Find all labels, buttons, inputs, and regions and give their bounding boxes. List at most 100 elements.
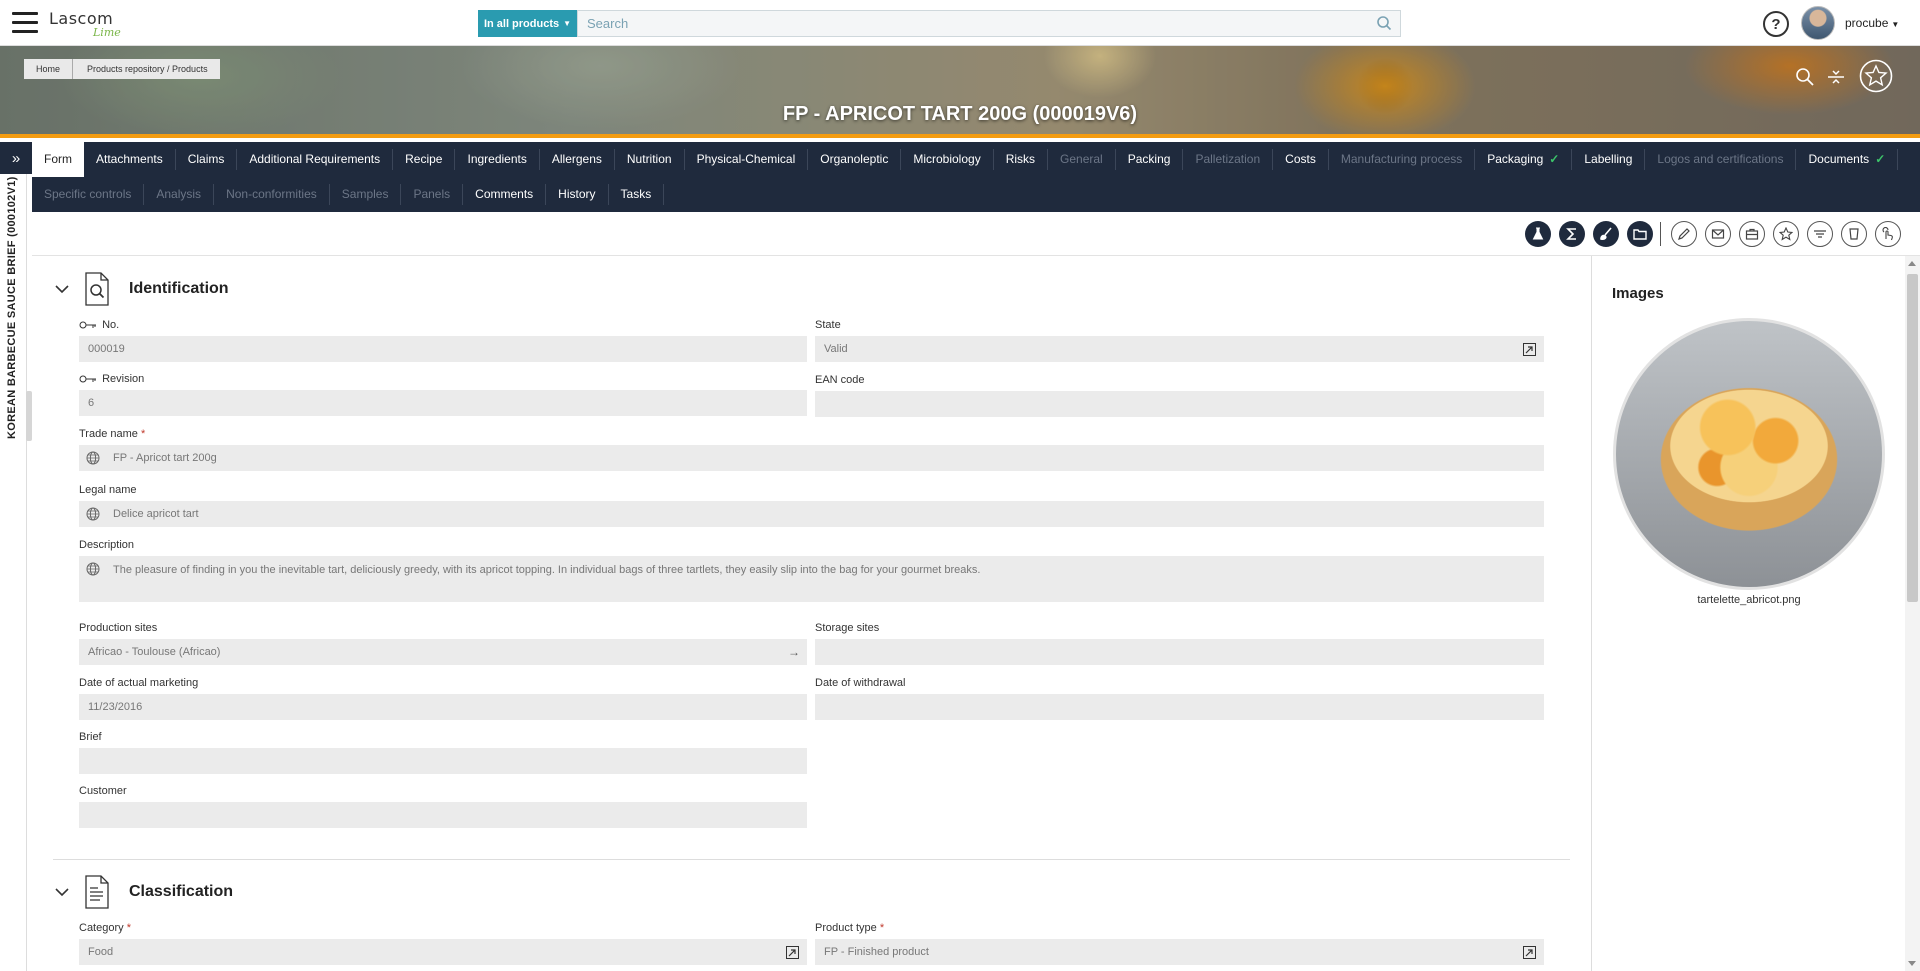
tab-panels[interactable]: Panels — [401, 184, 464, 205]
scroll-up-arrow-icon[interactable] — [1908, 261, 1916, 266]
globe-icon[interactable] — [86, 562, 100, 576]
envelope-icon[interactable] — [1705, 221, 1731, 247]
tab-claims[interactable]: Claims — [176, 149, 238, 170]
search-scope-dropdown[interactable]: In all products ▼ — [478, 10, 577, 37]
tab-samples[interactable]: Samples — [330, 184, 402, 205]
tab-label: Comments — [475, 187, 534, 201]
chevron-down-icon[interactable] — [52, 279, 72, 299]
favorite-star-icon[interactable] — [1859, 59, 1893, 93]
category-label-text: Category — [79, 922, 124, 934]
tab-labelling[interactable]: Labelling — [1572, 149, 1646, 170]
tab-tasks[interactable]: Tasks — [609, 184, 665, 205]
tab-manufacturing-process[interactable]: Manufacturing process — [1329, 149, 1476, 170]
tab-additional-requirements[interactable]: Additional Requirements — [237, 149, 394, 170]
star-icon[interactable] — [1773, 221, 1799, 247]
state-field[interactable]: Valid — [815, 336, 1544, 362]
tab-microbiology[interactable]: Microbiology — [901, 149, 994, 170]
tab-risks[interactable]: Risks — [994, 149, 1049, 170]
tab-packing[interactable]: Packing — [1116, 149, 1184, 170]
tab-attachments[interactable]: Attachments — [84, 149, 176, 170]
trade-name-label: Trade name * — [79, 428, 145, 440]
date-withdrawal-field[interactable] — [815, 694, 1544, 720]
filter-lines-icon[interactable] — [1807, 221, 1833, 247]
cup-icon[interactable] — [1841, 221, 1867, 247]
legal-name-field[interactable]: Delice apricot tart — [79, 501, 1544, 527]
tab-label: Documents — [1808, 152, 1870, 166]
help-icon[interactable]: ? — [1763, 11, 1789, 37]
date-marketing-label: Date of actual marketing — [79, 677, 199, 689]
globe-icon[interactable] — [86, 507, 100, 521]
pencil-icon[interactable] — [1671, 221, 1697, 247]
tab-recipe[interactable]: Recipe — [393, 149, 456, 170]
hand-touch-icon[interactable] — [1875, 221, 1901, 247]
caret-down-icon: ▼ — [563, 19, 572, 28]
arrow-right-icon[interactable]: → — [788, 639, 800, 665]
globe-icon[interactable] — [86, 451, 100, 465]
chevron-down-icon[interactable] — [52, 882, 72, 902]
storage-sites-field[interactable] — [815, 639, 1544, 665]
tab-physical-chemical[interactable]: Physical-Chemical — [685, 149, 809, 170]
classification-section-header: Classification — [52, 872, 233, 912]
side-panel-title[interactable]: KOREAN BARBECUE SAUCE BRIEF (000102V1) — [4, 176, 24, 452]
briefcase-icon[interactable] — [1739, 221, 1765, 247]
user-menu[interactable]: procube ▼ — [1845, 16, 1899, 30]
collapse-banner-icon[interactable] — [1827, 69, 1845, 85]
tab-form[interactable]: Form — [32, 142, 84, 177]
tab-non-conformities[interactable]: Non-conformities — [214, 184, 330, 205]
product-type-field[interactable]: FP - Finished product — [815, 939, 1544, 965]
tab-label: Logos and certifications — [1657, 152, 1784, 166]
category-value: Food — [88, 946, 114, 958]
tab-allergens[interactable]: Allergens — [540, 149, 615, 170]
trade-name-field[interactable]: FP - Apricot tart 200g — [79, 445, 1544, 471]
lookup-icon[interactable] — [1523, 343, 1536, 356]
tab-general[interactable]: General — [1048, 149, 1116, 170]
product-image[interactable] — [1613, 318, 1885, 590]
no-field[interactable]: 000019 — [79, 336, 807, 362]
folder-icon[interactable] — [1627, 221, 1653, 247]
revision-label: Revision — [79, 373, 144, 385]
lookup-icon[interactable] — [1523, 946, 1536, 959]
brush-icon[interactable] — [1593, 221, 1619, 247]
revision-field[interactable]: 6 — [79, 390, 807, 416]
zoom-icon[interactable] — [1795, 67, 1815, 87]
description-field[interactable]: The pleasure of finding in you the inevi… — [79, 556, 1544, 602]
ean-field[interactable] — [815, 391, 1544, 417]
tab-history[interactable]: History — [546, 184, 609, 205]
tab-ingredients[interactable]: Ingredients — [455, 149, 540, 170]
app-logo[interactable]: Lascom Lime — [49, 9, 121, 39]
date-marketing-value: 11/23/2016 — [88, 701, 143, 713]
hamburger-menu-icon[interactable] — [12, 12, 38, 34]
tab-comments[interactable]: Comments — [463, 184, 547, 205]
date-marketing-field[interactable]: 11/23/2016 — [79, 694, 807, 720]
search-icon[interactable] — [1376, 15, 1392, 31]
classification-title: Classification — [129, 883, 234, 900]
tab-analysis[interactable]: Analysis — [144, 184, 215, 205]
vertical-scrollbar[interactable] — [1905, 256, 1920, 971]
category-field[interactable]: Food — [79, 939, 807, 965]
date-withdrawal-label: Date of withdrawal — [815, 677, 906, 689]
identification-section-header: Identification — [52, 269, 229, 309]
tab-palletization[interactable]: Palletization — [1183, 149, 1274, 170]
expand-panel-button[interactable]: » — [0, 142, 32, 174]
customer-field[interactable] — [79, 802, 807, 828]
sigma-icon[interactable] — [1559, 221, 1585, 247]
page-title: FP - APRICOT TART 200G (000019V6) — [782, 103, 1138, 125]
breadcrumb-home[interactable]: Home — [24, 59, 73, 79]
brief-field[interactable] — [79, 748, 807, 774]
avatar[interactable] — [1801, 6, 1835, 40]
tab-nutrition[interactable]: Nutrition — [615, 149, 685, 170]
production-sites-label: Production sites — [79, 622, 158, 634]
production-sites-field[interactable]: Africao - Toulouse (Africao) → — [79, 639, 807, 665]
tab-specific-controls[interactable]: Specific controls — [32, 184, 145, 205]
search-input[interactable] — [577, 10, 1401, 37]
scroll-down-arrow-icon[interactable] — [1908, 961, 1916, 966]
tab-costs[interactable]: Costs — [1273, 149, 1329, 170]
lookup-icon[interactable] — [786, 946, 799, 959]
scrollbar-thumb[interactable] — [1907, 274, 1918, 602]
tab-documents[interactable]: Documents ✓ — [1796, 149, 1899, 170]
breadcrumb-products[interactable]: Products repository / Products — [72, 59, 220, 79]
tab-logos-and-certifications[interactable]: Logos and certifications — [1645, 149, 1797, 170]
tab-organoleptic[interactable]: Organoleptic — [808, 149, 902, 170]
tab-packaging[interactable]: Packaging ✓ — [1475, 149, 1573, 170]
flask-icon[interactable] — [1525, 221, 1551, 247]
